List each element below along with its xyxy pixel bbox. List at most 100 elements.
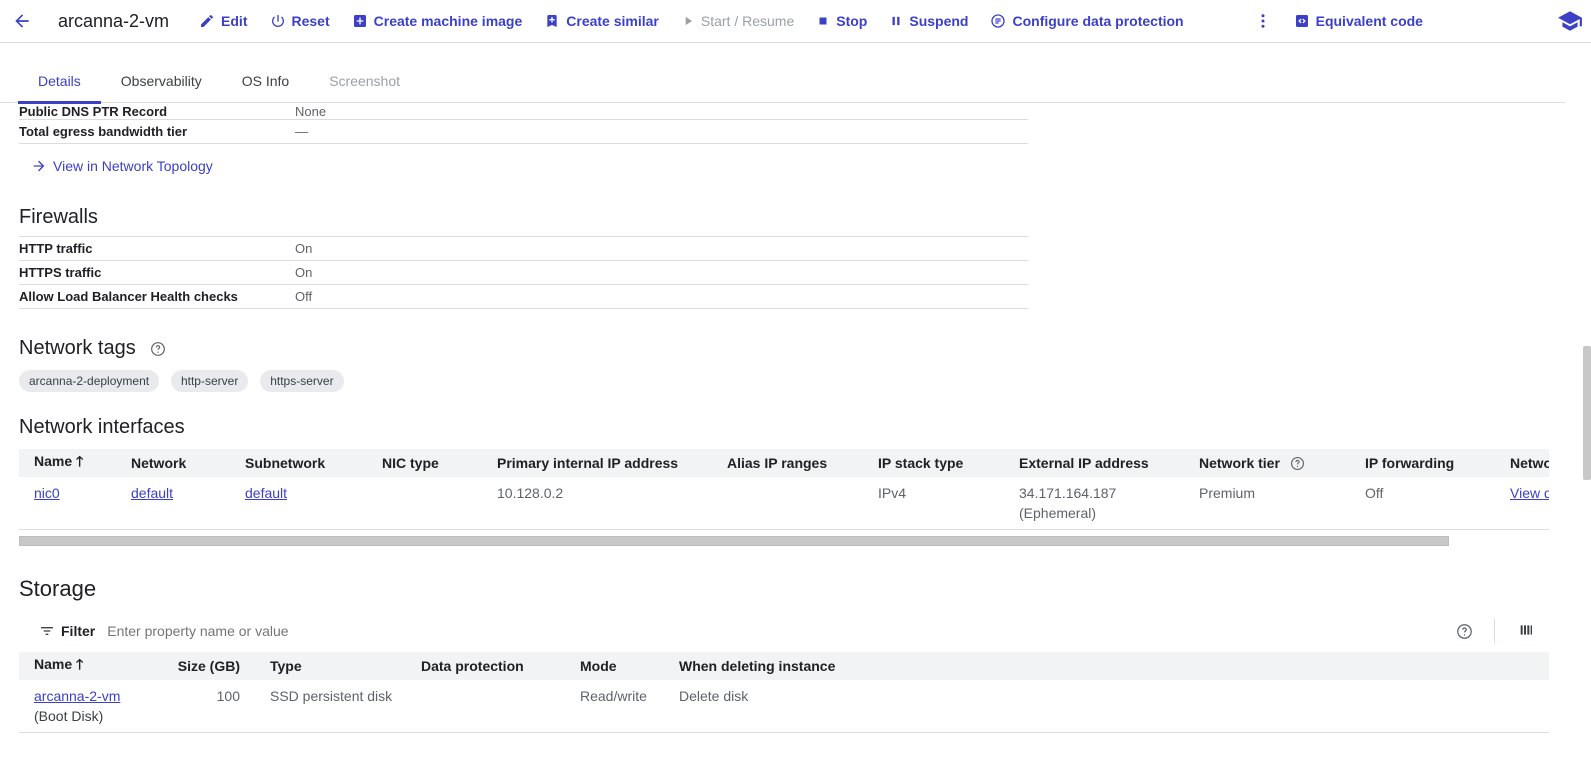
start-resume-label: Start / Resume xyxy=(700,13,795,29)
filter-label: Filter xyxy=(61,623,96,639)
equivalent-code-button[interactable]: Equivalent code xyxy=(1294,13,1423,29)
column-header-name[interactable]: Name 🡑 xyxy=(19,449,116,477)
kv-value: On xyxy=(295,241,313,256)
subnetwork-link[interactable]: default xyxy=(245,485,287,501)
alias-ip-value xyxy=(712,477,863,530)
nic-name-link[interactable]: nic0 xyxy=(34,485,60,501)
view-network-topology-link[interactable]: View in Network Topology xyxy=(31,158,1549,174)
network-interfaces-title: Network interfaces xyxy=(19,416,185,438)
pause-icon xyxy=(892,16,900,26)
more-options-icon[interactable] xyxy=(1254,12,1272,30)
network-tags-list: arcanna-2-deployment http-server https-s… xyxy=(19,370,1549,392)
column-header-external-ip: External IP address xyxy=(1004,449,1184,477)
primary-ip-value: 10.128.0.2 xyxy=(497,485,564,501)
column-header-ip-forwarding: IP forwarding xyxy=(1350,449,1495,477)
view-network-topology-label: View in Network Topology xyxy=(53,158,213,174)
code-icon xyxy=(1295,15,1308,27)
column-header-subnetwork: Subnetwork xyxy=(230,449,367,477)
network-tags-title: Network tags xyxy=(19,337,136,359)
bookmark-add-icon xyxy=(547,15,557,27)
column-header-when-deleting: When deleting instance xyxy=(664,652,1549,680)
kv-row-lb-health: Allow Load Balancer Health checks Off xyxy=(19,285,1028,309)
kv-row-egress: Total egress bandwidth tier — xyxy=(19,120,1028,144)
horizontal-scrollbar[interactable] xyxy=(19,536,1449,546)
kv-label: Allow Load Balancer Health checks xyxy=(19,289,238,304)
disk-size-value: 100 xyxy=(216,688,240,704)
filter-button[interactable]: Filter xyxy=(39,623,95,639)
add-box-icon xyxy=(353,15,366,27)
kv-label: Total egress bandwidth tier xyxy=(19,124,188,139)
column-header-data-protection: Data protection xyxy=(406,652,565,680)
kv-value: Off xyxy=(295,289,313,304)
kv-row-https: HTTPS traffic On xyxy=(19,261,1028,285)
stop-button[interactable]: Stop xyxy=(816,13,867,29)
disk-name-cell: arcanna-2-vm (Boot Disk) xyxy=(19,680,159,733)
vertical-scrollbar[interactable] xyxy=(1583,346,1591,480)
create-machine-image-button[interactable]: Create machine image xyxy=(352,13,523,29)
external-ip-cell: 34.171.164.187 (Ephemeral) xyxy=(1004,477,1184,530)
kv-label: HTTP traffic xyxy=(19,241,93,256)
top-toolbar: arcanna-2-vm Edit Reset Create machine i… xyxy=(0,0,1591,43)
column-header-ip-stack: IP stack type xyxy=(863,449,1004,477)
network-link[interactable]: default xyxy=(131,485,173,501)
kv-value: On xyxy=(295,265,313,280)
equivalent-code-label: Equivalent code xyxy=(1315,13,1423,29)
suspend-button[interactable]: Suspend xyxy=(889,13,968,29)
firewalls-title: Firewalls xyxy=(19,206,98,228)
tab-details[interactable]: Details xyxy=(18,60,101,104)
disk-name-link[interactable]: arcanna-2-vm xyxy=(34,686,149,706)
kv-value: None xyxy=(295,104,327,119)
help-icon[interactable] xyxy=(1456,623,1473,640)
column-header-type: Type xyxy=(255,652,406,680)
sort-arrow-up-icon[interactable]: 🡑 xyxy=(76,656,83,672)
tab-observability[interactable]: Observability xyxy=(101,60,222,103)
table-row: nic0 default default 10.128.0.2 IPv4 34.… xyxy=(19,477,1549,530)
arrow-forward-icon xyxy=(33,160,45,172)
configure-data-protection-label: Configure data protection xyxy=(1012,13,1184,29)
disk-data-protection-value xyxy=(406,680,565,733)
external-ip-value: 34.171.164.187 xyxy=(1019,485,1117,501)
create-similar-button[interactable]: Create similar xyxy=(544,13,659,29)
edit-label: Edit xyxy=(221,13,248,29)
ip-forwarding-value: Off xyxy=(1365,485,1384,501)
sort-arrow-up-icon[interactable]: 🡑 xyxy=(76,453,83,469)
learn-icon[interactable] xyxy=(1557,8,1583,37)
column-header-nic-type: NIC type xyxy=(367,449,482,477)
filter-input[interactable] xyxy=(107,623,1008,639)
network-details-link[interactable]: View d xyxy=(1510,485,1549,501)
network-tags-header: Network tags xyxy=(19,337,1549,360)
table-row: arcanna-2-vm (Boot Disk) 100 SSD persist… xyxy=(19,680,1549,733)
edit-button[interactable]: Edit xyxy=(199,13,248,29)
tab-os-info[interactable]: OS Info xyxy=(222,60,309,103)
column-header-name[interactable]: Name 🡑 xyxy=(19,652,159,680)
external-ip-note: (Ephemeral) xyxy=(1019,505,1097,521)
kv-value: — xyxy=(295,124,308,139)
storage-filter-bar: Filter xyxy=(19,616,1549,646)
kv-row-http: HTTP traffic On xyxy=(19,237,1028,261)
disk-name-note: (Boot Disk) xyxy=(34,708,104,724)
pencil-icon xyxy=(201,15,214,27)
column-header-network-tier: Network tier xyxy=(1184,449,1350,477)
data-protection-icon xyxy=(991,14,1006,28)
stop-label: Stop xyxy=(836,13,868,29)
column-header-primary-ip: Primary internal IP address xyxy=(482,449,712,477)
kv-row-dns: Public DNS PTR Record None xyxy=(19,104,1028,120)
suspend-label: Suspend xyxy=(909,13,969,29)
reset-button[interactable]: Reset xyxy=(270,13,330,29)
storage-table: Name 🡑 Size (GB) Type Data protection Mo… xyxy=(19,652,1549,733)
reset-label: Reset xyxy=(291,13,330,29)
filter-icon xyxy=(41,627,53,635)
column-display-icon[interactable] xyxy=(1518,622,1534,641)
play-icon xyxy=(685,16,692,26)
tab-screenshot[interactable]: Screenshot xyxy=(309,60,420,103)
back-arrow-icon[interactable] xyxy=(10,9,34,33)
nic-type-value xyxy=(367,477,482,530)
network-interfaces-table-wrapper: Name 🡑 Network Subnetwork NIC type Prima… xyxy=(19,449,1549,530)
kv-label: HTTPS traffic xyxy=(19,265,102,280)
help-icon[interactable] xyxy=(1290,456,1305,471)
start-resume-button[interactable]: Start / Resume xyxy=(681,13,794,29)
network-tag-chip: https-server xyxy=(260,370,344,392)
create-machine-image-label: Create machine image xyxy=(373,13,523,29)
configure-data-protection-button[interactable]: Configure data protection xyxy=(990,13,1184,29)
help-icon[interactable] xyxy=(150,341,166,357)
